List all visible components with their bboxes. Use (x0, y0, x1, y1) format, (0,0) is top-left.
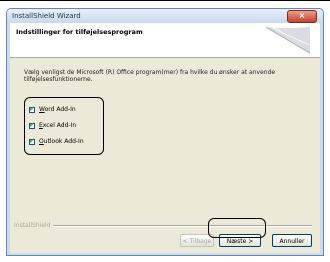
word-addin-checkbox[interactable]: ✔ (29, 104, 35, 113)
next-button-highlight (208, 218, 266, 238)
close-icon: × (298, 11, 306, 20)
word-addin-label-rest: ord Add-In (44, 106, 76, 113)
header-graphic-icon (265, 26, 311, 54)
title-bar[interactable]: InstallShield Wizard × (7, 9, 323, 23)
word-addin-option[interactable]: ✔ Word Add-In (29, 104, 76, 113)
outlook-addin-checkbox[interactable]: ✔ (29, 136, 35, 145)
checkmark-icon: ✔ (29, 120, 35, 129)
excel-addin-label[interactable]: Excel Add-In (39, 122, 76, 129)
dialog-client-area: Indstillinger for tilføjelsesprogram Væl… (10, 23, 320, 253)
outlook-addin-option[interactable]: ✔ Outlook Add-In (29, 136, 84, 145)
dialog-header: Indstillinger for tilføjelsesprogram (10, 23, 320, 58)
installshield-brand: InstallShield (14, 222, 53, 229)
header-title: Indstillinger for tilføjelsesprogram (16, 28, 143, 36)
top-border-line (0, 0, 330, 1)
close-button[interactable]: × (287, 10, 317, 23)
outlook-addin-label[interactable]: Outlook Add-In (39, 138, 84, 145)
excel-addin-option[interactable]: ✔ Excel Add-In (29, 120, 76, 129)
instruction-text: Vælg venligst de Microsoft (R) Office pr… (24, 69, 276, 83)
footer-separator (40, 225, 312, 227)
window-title: InstallShield Wizard (12, 12, 81, 20)
checkmark-icon: ✔ (29, 104, 35, 113)
excel-addin-label-rest: xcel Add-In (42, 122, 77, 129)
installshield-wizard-window: InstallShield Wizard × Indstillinger for… (6, 8, 324, 256)
cancel-button[interactable]: Annuller (272, 234, 312, 247)
word-addin-label[interactable]: Word Add-In (39, 106, 76, 113)
outlook-addin-label-rest: utlook Add-In (43, 138, 84, 145)
excel-addin-checkbox[interactable]: ✔ (29, 120, 35, 129)
addin-options-group: ✔ Word Add-In ✔ Excel Add-In ✔ Outlook A… (24, 97, 104, 155)
checkmark-icon: ✔ (29, 136, 35, 145)
